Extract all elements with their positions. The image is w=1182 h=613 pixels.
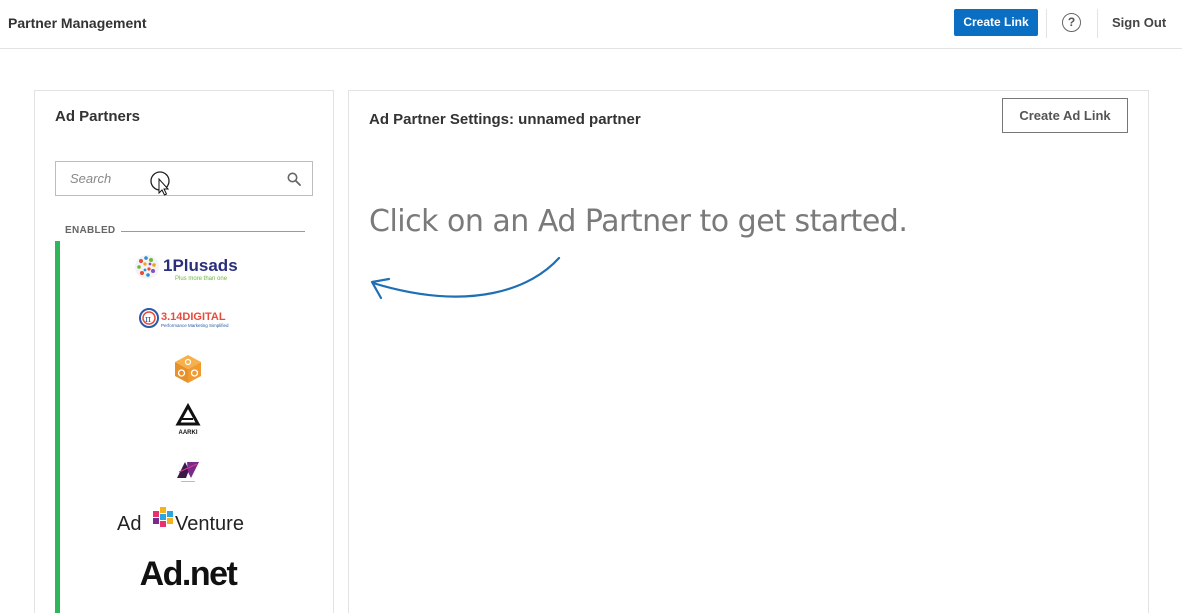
partner-item-adnet[interactable]: Ad.net: [55, 547, 315, 598]
empty-state-message: Click on an Ad Partner to get started.: [369, 204, 908, 239]
ad-partners-panel: Ad Partners ENABLED: [34, 90, 334, 613]
partner-logo-adventure: Ad Venture: [60, 496, 315, 547]
partner-item-cube[interactable]: [55, 343, 315, 394]
partner-item-adventure[interactable]: Ad Venture: [55, 496, 315, 547]
top-bar: Partner Management Create Link ? Sign Ou…: [0, 0, 1182, 49]
partner-list: 1Plusads Plus more than one π 3.14DIGITA…: [55, 241, 315, 613]
curved-arrow-icon: [370, 256, 561, 300]
partner-item-partial[interactable]: [55, 598, 315, 613]
svg-text:π: π: [145, 315, 151, 325]
divider: [1097, 9, 1098, 38]
create-link-button[interactable]: Create Link: [954, 9, 1038, 36]
svg-text:1Plusads: 1Plusads: [163, 256, 238, 275]
aarki-logo-icon: AARKI: [174, 402, 201, 436]
divider: [1046, 9, 1047, 38]
search-input[interactable]: [56, 162, 276, 195]
partner-logo-adnet: Ad.net: [60, 547, 315, 598]
adnet-logo-icon: Ad.net: [139, 555, 238, 593]
partner-item-314digital[interactable]: π 3.14DIGITAL Performance Marketing Simp…: [55, 292, 315, 343]
partner-item-av[interactable]: [55, 445, 315, 496]
314digital-logo-icon: π 3.14DIGITAL Performance Marketing Simp…: [138, 307, 229, 328]
svg-text:Ad: Ad: [117, 513, 141, 535]
section-divider: [121, 231, 305, 232]
search-icon[interactable]: [287, 172, 301, 186]
app-title: Partner Management: [8, 15, 147, 31]
help-icon[interactable]: ?: [1062, 13, 1081, 32]
adventure-logo-icon: Ad Venture: [117, 506, 244, 535]
partner-item-1plusads[interactable]: 1Plusads Plus more than one: [55, 241, 315, 292]
sign-out-link[interactable]: Sign Out: [1112, 15, 1166, 30]
1plusads-logo-icon: 1Plusads Plus more than one: [134, 254, 238, 282]
partner-logo-av: [60, 445, 315, 496]
partner-logo-314digital: π 3.14DIGITAL Performance Marketing Simp…: [60, 292, 315, 343]
search-box[interactable]: [55, 161, 313, 196]
create-ad-link-button[interactable]: Create Ad Link: [1002, 98, 1128, 133]
partner-logo-1plusads: 1Plusads Plus more than one: [60, 241, 315, 292]
svg-text:Plus more than one: Plus more than one: [175, 276, 228, 282]
svg-text:AARKI: AARKI: [178, 430, 197, 436]
ad-partner-settings-title: Ad Partner Settings: unnamed partner: [369, 111, 641, 128]
partner-logo-aarki: AARKI: [60, 394, 315, 445]
partner-item-aarki[interactable]: AARKI: [55, 394, 315, 445]
svg-text:Ad.net: Ad.net: [139, 555, 237, 593]
svg-text:Performance Marketing Simplifi: Performance Marketing Simplified: [161, 323, 229, 328]
ad-partners-title: Ad Partners: [55, 108, 141, 125]
ad-partner-settings-panel: Ad Partner Settings: unnamed partner Cre…: [348, 90, 1149, 613]
svg-text:Venture: Venture: [175, 513, 244, 535]
enabled-section-label: ENABLED: [65, 225, 116, 236]
partner-logo-cube: [60, 343, 315, 394]
svg-text:3.14DIGITAL: 3.14DIGITAL: [161, 311, 226, 323]
av-logo-icon: [176, 461, 199, 482]
orange-cube-logo-icon: [174, 354, 201, 383]
